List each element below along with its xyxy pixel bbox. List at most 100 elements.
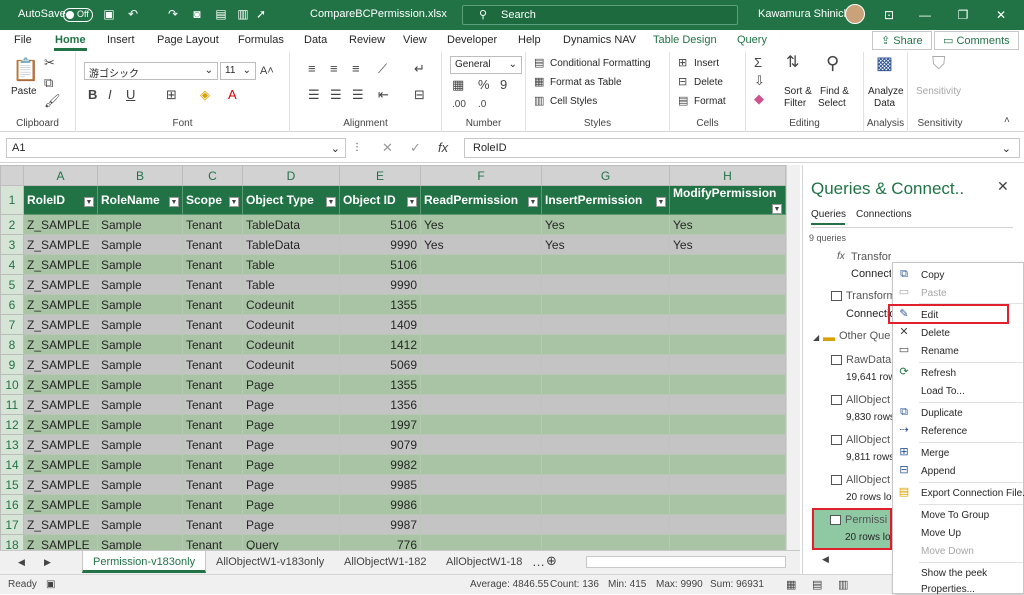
align-bottom-icon[interactable]: ≡	[352, 62, 360, 76]
row-header[interactable]: 5	[0, 274, 24, 295]
table-cell[interactable]: Tenant	[182, 214, 243, 235]
tab-review[interactable]: Review	[349, 34, 385, 46]
menu-properties[interactable]: Properties...	[921, 584, 975, 595]
autosum-icon[interactable]: Σ	[754, 56, 762, 70]
column-header[interactable]: E	[339, 165, 421, 186]
ribbon-display-icon[interactable]: ⊡	[882, 8, 896, 22]
table-cell[interactable]	[420, 534, 542, 550]
align-left-icon[interactable]: ☰	[308, 88, 320, 102]
table-cell[interactable]: 1997	[339, 414, 421, 435]
row-header[interactable]: 16	[0, 494, 24, 515]
number-format-select[interactable]: General ⌄	[450, 56, 522, 74]
table-cell[interactable]: Z_SAMPLE	[23, 214, 98, 235]
table-cell[interactable]: 9986	[339, 494, 421, 515]
table-cell[interactable]: Codeunit	[242, 294, 340, 315]
menu-delete[interactable]: Delete	[921, 328, 950, 339]
table-cell[interactable]: 1409	[339, 314, 421, 335]
percent-icon[interactable]: %	[478, 78, 490, 92]
table-cell[interactable]	[669, 474, 786, 495]
tab-dynamics-nav[interactable]: Dynamics NAV	[563, 34, 636, 46]
row-header[interactable]: 15	[0, 474, 24, 495]
merge-icon[interactable]: ⊟	[414, 88, 425, 102]
row-header[interactable]: 9	[0, 354, 24, 375]
menu-duplicate[interactable]: Duplicate	[921, 408, 963, 419]
name-box[interactable]: A1 ⌄	[6, 138, 346, 158]
table-cell[interactable]: 5106	[339, 214, 421, 235]
table-cell[interactable]: Z_SAMPLE	[23, 494, 98, 515]
table-cell[interactable]	[420, 334, 542, 355]
table-cell[interactable]	[669, 334, 786, 355]
menu-show-peek[interactable]: Show the peek	[921, 568, 987, 579]
table-cell[interactable]: 5069	[339, 354, 421, 375]
table-cell[interactable]: Tenant	[182, 434, 243, 455]
table-cell[interactable]: Z_SAMPLE	[23, 534, 98, 550]
prev-sheet-icon[interactable]: ◀	[18, 555, 25, 569]
row-header[interactable]: 1	[0, 185, 24, 215]
row-header[interactable]: 2	[0, 214, 24, 235]
table-cell[interactable]: Page	[242, 414, 340, 435]
table-cell[interactable]: Tenant	[182, 334, 243, 355]
close-pane-icon[interactable]: ✕	[997, 179, 1009, 193]
row-header[interactable]: 10	[0, 374, 24, 395]
horizontal-scrollbar[interactable]	[586, 556, 786, 568]
table-cell[interactable]	[669, 294, 786, 315]
tab-view[interactable]: View	[403, 34, 427, 46]
menu-append[interactable]: Append	[921, 466, 955, 477]
column-header[interactable]: H	[669, 165, 786, 186]
save-icon[interactable]: ▣	[102, 7, 116, 21]
data-label[interactable]: Data	[874, 98, 895, 109]
delete-cells-button[interactable]: Delete	[694, 77, 723, 88]
table-cell[interactable]: 9985	[339, 474, 421, 495]
cancel-icon[interactable]: ✕	[382, 141, 393, 155]
row-header[interactable]: 3	[0, 234, 24, 255]
italic-icon[interactable]: I	[108, 88, 112, 102]
table-cell[interactable]	[420, 414, 542, 435]
menu-rename[interactable]: Rename	[921, 346, 959, 357]
selected-query-permission[interactable]: Permissi 20 rows lo	[812, 508, 892, 550]
table-cell[interactable]: Z_SAMPLE	[23, 414, 98, 435]
table-cell[interactable]: Page	[242, 514, 340, 535]
row-header[interactable]: 18	[0, 534, 24, 550]
table-cell[interactable]	[541, 414, 670, 435]
table-cell[interactable]: Sample	[97, 254, 183, 275]
font-name-select[interactable]: 游ゴシック ⌄	[84, 62, 218, 80]
filter-dropdown-icon[interactable]: ▼	[84, 197, 94, 207]
row-header[interactable]: 14	[0, 454, 24, 475]
share-button[interactable]: ⇪ Share	[872, 31, 932, 50]
row-header[interactable]: 13	[0, 434, 24, 455]
row-header[interactable]: 12	[0, 414, 24, 435]
table-cell[interactable]: Yes	[669, 234, 786, 255]
table-cell[interactable]	[669, 494, 786, 515]
align-right-icon[interactable]: ☰	[352, 88, 364, 102]
table-cell[interactable]: Tenant	[182, 474, 243, 495]
menu-export-connection[interactable]: Export Connection File...	[921, 488, 1024, 499]
conditional-formatting-button[interactable]: Conditional Formatting	[550, 58, 651, 69]
table-cell[interactable]: Sample	[97, 414, 183, 435]
grow-font-icon[interactable]: A˄	[260, 64, 274, 78]
table-cell[interactable]	[420, 394, 542, 415]
select-all[interactable]	[0, 165, 24, 186]
table-cell[interactable]: TableData	[242, 234, 340, 255]
table-cell[interactable]: Z_SAMPLE	[23, 254, 98, 275]
table-cell[interactable]	[541, 514, 670, 535]
table-cell[interactable]: Sample	[97, 394, 183, 415]
collapse-ribbon-icon[interactable]: ˄	[1004, 114, 1010, 128]
tab-connections[interactable]: Connections	[856, 209, 912, 220]
table-cell[interactable]	[669, 434, 786, 455]
table-cell[interactable]	[541, 334, 670, 355]
column-header[interactable]: D	[242, 165, 340, 186]
insert-cells-button[interactable]: Insert	[694, 58, 719, 69]
table-cell[interactable]	[669, 254, 786, 275]
tab-table-design[interactable]: Table Design	[653, 34, 717, 46]
table-cell[interactable]	[669, 454, 786, 475]
table-cell[interactable]: Sample	[97, 234, 183, 255]
menu-refresh[interactable]: Refresh	[921, 368, 956, 379]
camera-icon[interactable]: ◙	[190, 7, 204, 21]
find-label[interactable]: Find &	[820, 86, 849, 97]
menu-load-to[interactable]: Load To...	[921, 386, 965, 397]
table-cell[interactable]: Z_SAMPLE	[23, 514, 98, 535]
format-cells-button[interactable]: Format	[694, 96, 726, 107]
table-cell[interactable]	[541, 374, 670, 395]
table-cell[interactable]	[669, 354, 786, 375]
next-sheet-icon[interactable]: ▶	[44, 555, 51, 569]
